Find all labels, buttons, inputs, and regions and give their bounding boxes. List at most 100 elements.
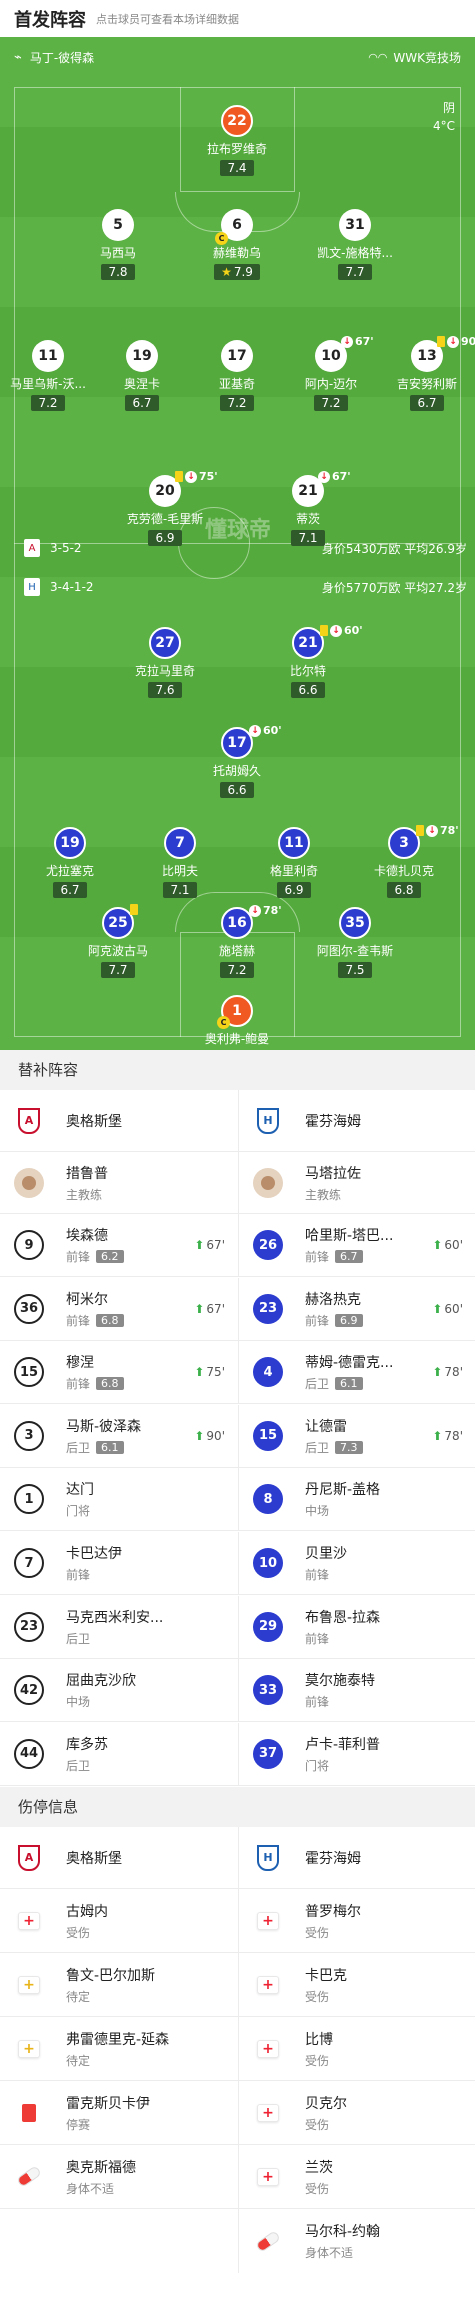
jersey-number-text: 7 [175,835,185,851]
rating-value: 7.1 [298,531,318,545]
jersey-number-text: 11 [284,835,304,851]
jersey-number-text: 5 [113,217,123,233]
away-injured-player[interactable]: + 普罗梅尔 受伤 [238,1889,475,1952]
home-sub-player[interactable]: 7 卡巴达伊 前锋 [0,1532,237,1594]
home-player[interactable]: 10 ↓ 67' 阿内-迈尔 7.2 [281,335,381,411]
player-rating: 6.6 [220,782,254,798]
home-player[interactable]: 6 C 赫维勒乌 ★ 7.9 [187,209,287,280]
sub-time: 67' [206,1238,225,1252]
away-sub-player[interactable]: 29 布鲁恩-拉森 前锋 [238,1595,475,1658]
jersey-number-text: 27 [155,635,175,651]
away-injured-player[interactable]: + 贝克尔 受伤 [238,2081,475,2144]
injury-icon: + [253,1975,283,1994]
home-player[interactable]: 5 马西马 7.8 [68,209,168,280]
jersey-number: 11 [278,827,310,859]
away-player[interactable]: 19 尤拉塞克 6.7 [20,827,120,898]
home-player[interactable]: 22 拉布罗维奇 7.4 [187,105,287,176]
home-injured-player[interactable]: 奥克斯福德 身体不适 [0,2145,237,2208]
jersey-number-text: 21 [298,635,318,651]
away-injured-player[interactable]: + 兰茨 受伤 [238,2145,475,2208]
away-player[interactable]: 3 ↓ 78' 卡德扎贝克 6.8 [354,824,459,898]
away-sub-player[interactable]: 33 莫尔施泰特 前锋 [238,1659,475,1722]
home-sub-player[interactable]: 3 马斯-彼泽森 后卫 6.1 ⬆ 90' [0,1405,237,1467]
home-player[interactable]: 17 亚基奇 7.2 [187,340,287,411]
jersey-number: 15 [14,1357,44,1388]
home-sub-player[interactable]: 1 达门 门将 [0,1468,237,1530]
away-sub-player[interactable]: 23 赫洛热克 前锋 6.9 ⬆ 60' [238,1277,475,1340]
away-sub-player[interactable]: 37 卢卡-菲利普 门将 [238,1722,475,1785]
jersey-number: 1C [217,995,253,1029]
away-coach[interactable]: 马塔拉佐 主教练 [238,1152,475,1213]
injury-status: 身体不适 [66,2181,115,2196]
sub-out-icon: ↓ [249,904,261,917]
player-name: 贝克尔 [305,2095,347,2112]
injury-team-row: A 奥格斯堡 H 霍芬海姆 [0,1827,475,1889]
player-rating: 7.2 [220,395,254,411]
home-player[interactable]: 31 凯文-施格特... 7.7 [305,209,405,280]
sub-time: 78' [444,1365,463,1380]
away-player[interactable]: 21 ↓ 60' 比尔特 6.6 [258,624,363,698]
home-injured-player[interactable]: + 弗雷德里克-延森 待定 [0,2017,237,2080]
home-coach[interactable]: 措鲁普 主教练 [0,1152,237,1213]
away-sub-player[interactable]: 8 丹尼斯-盖格 中场 [238,1468,475,1531]
player-events: ↓ 75' [175,470,218,483]
sub-in-icon: ⬆ [194,1238,205,1252]
sub-row: 15 穆涅 前锋 6.8 ⬆ 75' 4 蒂姆-德雷克... 后卫 6.1 ⬆ 78' [0,1341,475,1405]
home-sub-player[interactable]: 42 屈曲克沙欣 中场 [0,1659,237,1721]
away-player[interactable]: 27 克拉马里奇 7.6 [115,627,215,698]
player-events: ↓ 60' [320,624,363,637]
away-sub-player[interactable]: 26 哈里斯-塔巴... 前锋 6.7 ⬆ 60' [238,1214,475,1276]
home-injured-player[interactable]: 雷克斯贝卡伊 停赛 [0,2081,237,2144]
player-name: 布鲁恩-拉森 [305,1609,381,1626]
away-player[interactable]: 35 阿图尔-查韦斯 7.5 [305,907,405,978]
augsburg-badge-icon: A [14,1106,44,1136]
sub-row: 36 柯米尔 前锋 6.8 ⬆ 67' 23 赫洛热克 前锋 6.9 ⬆ 60' [0,1277,475,1341]
home-player[interactable]: 20 ↓ 75' 克劳德-毛里斯 6.9 [115,470,218,546]
home-sub-player[interactable]: 15 穆涅 前锋 6.8 ⬆ 75' [0,1341,237,1403]
home-sub-player[interactable]: 9 埃森德 前锋 6.2 ⬆ 67' [0,1214,237,1276]
away-injured-player[interactable]: 马尔科-约翰 身体不适 [238,2209,475,2273]
home-sub-player[interactable]: 23 马克西米利安... 后卫 [0,1596,237,1658]
away-sub-player[interactable]: 15 让德雷 后卫 7.3 ⬆ 78' [238,1404,475,1467]
player-name: 克劳德-毛里斯 [126,512,204,526]
away-player[interactable]: 11 格里利奇 6.9 [244,827,344,898]
home-sub-player[interactable]: 36 柯米尔 前锋 6.8 ⬆ 67' [0,1278,237,1340]
player-rating: 6.7 [125,395,159,411]
home-injured-player[interactable]: + 古姆内 受伤 [0,1889,237,1952]
away-player[interactable]: 16 ↓ 78' 施塔赫 7.2 [187,904,287,978]
home-player[interactable]: 21 ↓ 67' 蒂茨 7.1 [258,470,358,546]
jersey-number: 3 ↓ 78' [388,824,459,859]
player-position: 后卫 [66,1440,91,1455]
player-name: 赫洛热克 [305,1291,361,1308]
hoffenheim-badge-icon: H [24,578,40,596]
away-player[interactable]: 17 ↓ 60' 托胡姆久 6.6 [187,724,287,798]
home-sub-player[interactable]: 44 库多苏 后卫 [0,1723,237,1785]
player-rating: 6.8 [96,1377,124,1391]
jersey-number: 1 [14,1484,44,1515]
jersey-number-text: 19 [132,348,152,364]
away-team-name: 霍芬海姆 [305,1850,361,1867]
jersey-number: 9 [14,1230,44,1260]
jersey-number-text: 31 [345,217,365,233]
player-rating: 6.7 [53,882,87,898]
home-injured-player[interactable]: + 鲁文-巴尔加斯 待定 [0,1953,237,2016]
coach-row: 措鲁普 主教练 马塔拉佐 主教练 [0,1152,475,1214]
away-player[interactable]: 1C奥利弗-鲍曼7.4 [187,995,287,1050]
sub-in-icon: ⬆ [432,1428,443,1443]
referee-name: 马丁-彼得森 [29,51,95,65]
jersey-number: 7 [14,1548,44,1578]
home-player[interactable]: 13↓90'吉安努利斯6.7 [377,335,475,411]
away-player[interactable]: 25 阿克波古马 7.7 [68,904,168,978]
away-sub-player[interactable]: 10 贝里沙 前锋 [238,1532,475,1594]
away-player[interactable]: 7 比明夫 7.1 [130,827,230,898]
rating-value: 6.7 [417,396,437,410]
player-position: 前锋 [66,1313,91,1328]
away-sub-player[interactable]: 4 蒂姆-德雷克... 后卫 6.1 ⬆ 78' [238,1341,475,1404]
away-injured-player[interactable]: + 比博 受伤 [238,2017,475,2080]
rating-value: 7.4 [227,161,247,175]
player-name: 卢卡-菲利普 [305,1736,381,1753]
home-player[interactable]: 19 奥涅卡 6.7 [92,340,192,411]
sub-in-icon: ⬆ [194,1301,205,1316]
away-injured-player[interactable]: + 卡巴克 受伤 [238,1953,475,2016]
home-player[interactable]: 11 马里乌斯-沃... 7.2 [0,340,98,411]
